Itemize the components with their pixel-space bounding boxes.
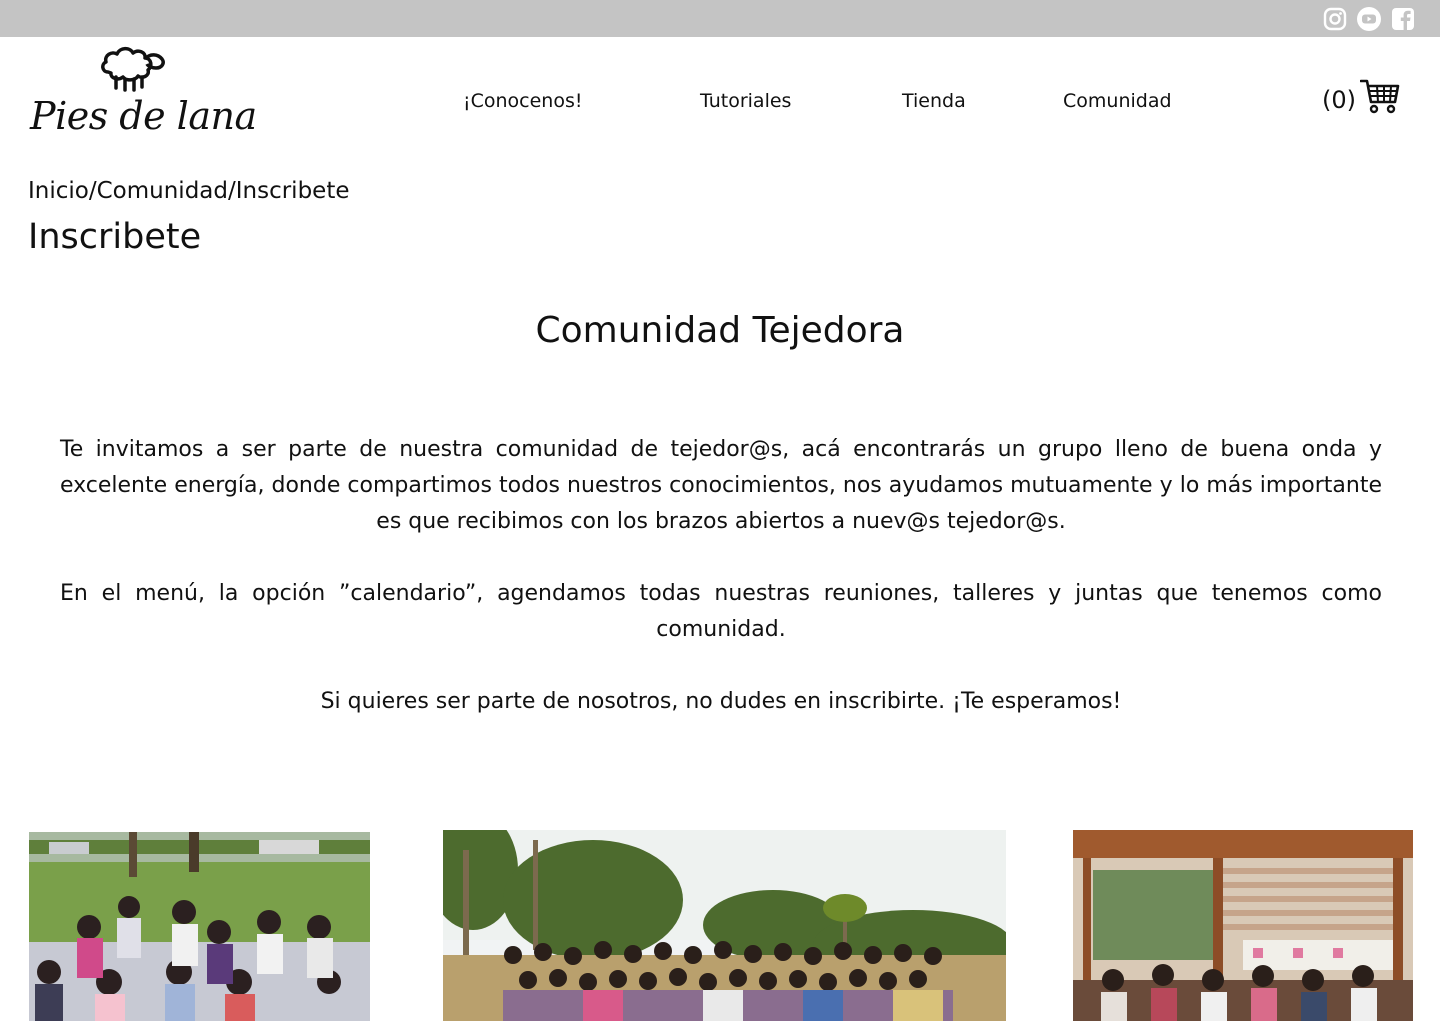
instagram-icon[interactable] xyxy=(1322,6,1348,32)
nav-item-comunidad[interactable]: Comunidad xyxy=(1063,90,1172,112)
breadcrumb: Inicio/Comunidad/Inscribete xyxy=(28,178,350,204)
breadcrumb-inscribete: Inscribete xyxy=(235,178,350,204)
page-title: Inscribete xyxy=(28,217,202,257)
cart-button[interactable]: (0) xyxy=(1322,78,1400,114)
brand-name: Pies de lana xyxy=(30,94,257,138)
calendar-paragraph: En el menú, la opción ”calendario”, agen… xyxy=(60,581,1382,642)
shopping-cart-icon xyxy=(1360,79,1400,114)
invite-paragraph: Si quieres ser parte de nosotros, no dud… xyxy=(320,689,1122,714)
intro-paragraph: Te invitamos a ser parte de nuestra comu… xyxy=(60,437,1382,534)
section-title: Comunidad Tejedora xyxy=(535,310,905,351)
sheep-icon xyxy=(101,46,165,92)
community-photo-picnic xyxy=(29,832,370,1021)
breadcrumb-inicio[interactable]: Inicio xyxy=(28,178,89,204)
breadcrumb-comunidad[interactable]: Comunidad xyxy=(97,178,228,204)
youtube-icon[interactable] xyxy=(1356,6,1382,32)
cart-count: (0) xyxy=(1322,86,1356,114)
nav-item-tutoriales[interactable]: Tutoriales xyxy=(700,90,791,112)
facebook-icon[interactable] xyxy=(1390,6,1416,32)
nav-item-conocenos[interactable]: ¡Conocenos! xyxy=(463,90,583,112)
nav-item-tienda[interactable]: Tienda xyxy=(902,90,966,112)
brand-logo[interactable]: Pies de lana xyxy=(28,44,257,144)
community-photo-group xyxy=(443,830,1006,1021)
community-photo-patio xyxy=(1073,830,1413,1021)
top-bar xyxy=(0,0,1440,37)
breadcrumb-separator: / xyxy=(227,178,236,204)
breadcrumb-separator: / xyxy=(88,178,97,204)
